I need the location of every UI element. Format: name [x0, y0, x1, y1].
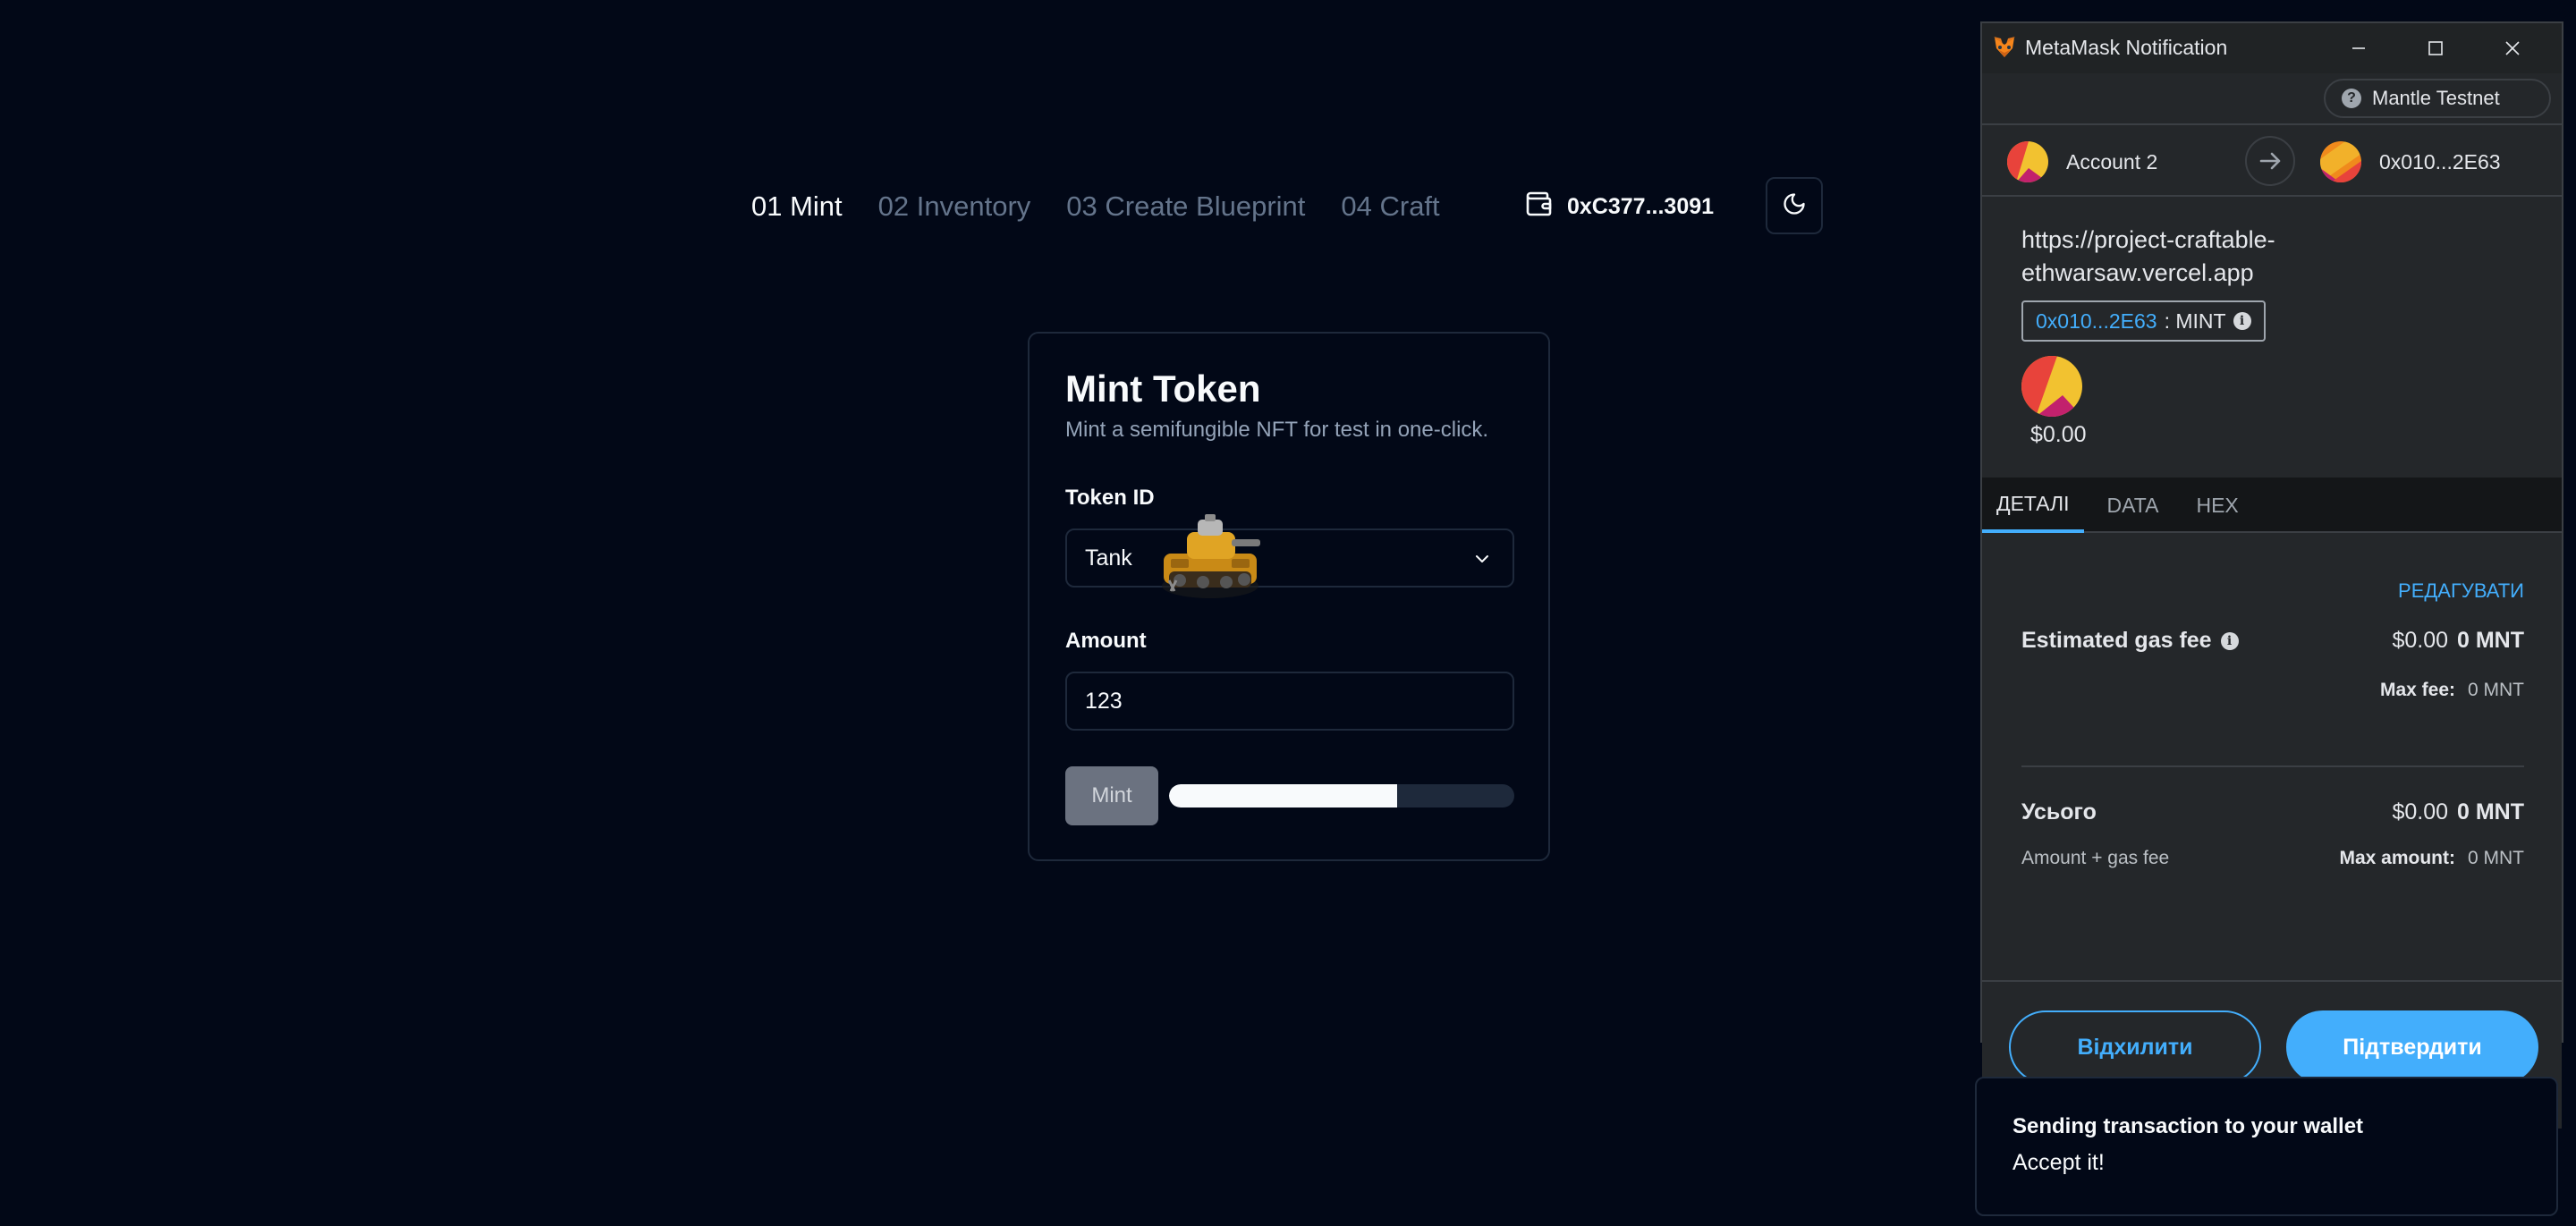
account-avatar-icon	[2007, 141, 2048, 182]
recipient-avatar-icon	[2320, 141, 2361, 182]
edit-link[interactable]: РЕДАГУВАТИ	[2398, 579, 2524, 603]
contract-address[interactable]: 0x010...2E63	[2036, 309, 2157, 334]
metamask-titlebar: MetaMask Notification	[1982, 23, 2562, 73]
mint-progress-bar	[1169, 784, 1514, 807]
details-tabs: ДЕТАЛІ DATA HEX	[1982, 478, 2562, 533]
from-account-name: Account 2	[2066, 149, 2158, 173]
maximize-button[interactable]	[2397, 23, 2474, 73]
network-name: Mantle Testnet	[2372, 87, 2500, 109]
gas-fee-fiat: $0.00	[2392, 628, 2448, 653]
toast-title: Sending transaction to your wallet	[2012, 1114, 2364, 1138]
amount-label: Amount	[1065, 629, 1147, 653]
method-name: : MINT	[2164, 309, 2226, 333]
network-badge[interactable]: ? Mantle Testnet	[2324, 79, 2551, 118]
minimize-button[interactable]	[2320, 23, 2397, 73]
info-icon[interactable]: i	[2233, 312, 2251, 330]
tab-hex[interactable]: HEX	[2182, 478, 2252, 533]
token-id-label: Token ID	[1065, 486, 1155, 510]
total-native: 0 MNT	[2457, 799, 2524, 824]
gas-fee-native: 0 MNT	[2457, 628, 2524, 653]
max-fee-row: Max fee: 0 MNT	[2380, 680, 2524, 701]
token-id-select[interactable]: Tank	[1065, 528, 1514, 588]
site-origin: https://project-craftable-ethwarsaw.verc…	[2021, 226, 2275, 286]
wallet-icon	[1526, 191, 1553, 223]
metamask-window: MetaMask Notification ? Mantle Testnet A…	[1980, 21, 2563, 1129]
details-section: ДЕТАЛІ DATA HEX РЕДАГУВАТИ Estimated gas…	[1982, 478, 2562, 1129]
metamask-window-title: MetaMask Notification	[2025, 36, 2228, 59]
max-fee-value: 0 MNT	[2468, 680, 2524, 700]
amount-input[interactable]: 123	[1065, 672, 1514, 731]
wallet-address: 0xC377...3091	[1567, 194, 1715, 219]
max-fee-label: Max fee:	[2379, 680, 2455, 700]
confirm-button[interactable]: Підтвердити	[2286, 1010, 2538, 1084]
nav-item-mint[interactable]: 01 Mint	[751, 190, 843, 223]
account-row: Account 2 0x010...2E63	[1982, 123, 2562, 197]
tab-details[interactable]: ДЕТАЛІ	[1982, 478, 2084, 533]
chevron-down-icon	[1471, 548, 1493, 576]
fee-details: РЕДАГУВАТИ Estimated gas fee i $0.00 0 MN…	[1982, 533, 2562, 980]
amount-value: 123	[1085, 688, 1123, 714]
gas-fee-value: $0.00 0 MNT	[2392, 628, 2524, 654]
reject-button[interactable]: Відхилити	[2009, 1010, 2261, 1084]
arrow-right-icon	[2245, 136, 2295, 186]
token-avatar-icon	[2021, 356, 2082, 417]
moon-icon	[1782, 191, 1807, 221]
total-subtitle: Amount + gas fee	[2021, 848, 2170, 868]
total-fiat: $0.00	[2392, 799, 2448, 824]
close-button[interactable]	[2474, 23, 2551, 73]
nav-item-craft[interactable]: 04 Craft	[1341, 190, 1439, 223]
transaction-value: $0.00	[2030, 422, 2087, 447]
toast-notification: Sending transaction to your wallet Accep…	[1975, 1077, 2558, 1216]
card-subtitle: Mint a semifungible NFT for test in one-…	[1065, 418, 1489, 442]
wallet-button[interactable]: 0xC377...3091	[1526, 191, 1714, 223]
to-address: 0x010...2E63	[2379, 149, 2501, 173]
card-title: Mint Token	[1065, 368, 1261, 410]
from-account[interactable]: Account 2	[2007, 141, 2157, 182]
gas-fee-label: Estimated gas fee	[2021, 628, 2212, 653]
main-nav: 01 Mint 02 Inventory 03 Create Blueprint…	[751, 175, 1476, 238]
mint-token-card: Mint Token Mint a semifungible NFT for t…	[1028, 332, 1550, 861]
metamask-fox-icon	[1991, 34, 2018, 65]
contract-method-badge[interactable]: 0x010...2E63 : MINT i	[2021, 300, 2266, 342]
mint-progress-fill	[1169, 784, 1397, 807]
tab-data[interactable]: DATA	[2084, 478, 2182, 533]
nav-item-create-blueprint[interactable]: 03 Create Blueprint	[1066, 190, 1305, 223]
theme-toggle-button[interactable]	[1766, 177, 1823, 234]
max-amount-value: 0 MNT	[2468, 848, 2524, 868]
toast-description: Accept it!	[2012, 1150, 2105, 1175]
token-id-value: Tank	[1085, 545, 1132, 571]
to-account[interactable]: 0x010...2E63	[2320, 141, 2501, 182]
question-icon: ?	[2342, 89, 2361, 108]
gas-fee-info-icon[interactable]: i	[2220, 631, 2239, 650]
gas-fee-label-row: Estimated gas fee i	[2021, 628, 2239, 654]
tank-token-image	[1151, 509, 1269, 607]
mint-button[interactable]: Mint	[1065, 766, 1158, 825]
fee-divider	[2021, 765, 2524, 767]
nav-item-inventory[interactable]: 02 Inventory	[878, 190, 1031, 223]
max-amount-label: Max amount:	[2339, 848, 2455, 868]
total-label: Усього	[2021, 799, 2097, 824]
total-value: $0.00 0 MNT	[2392, 799, 2524, 825]
max-amount-row: Max amount: 0 MNT	[2339, 848, 2524, 869]
